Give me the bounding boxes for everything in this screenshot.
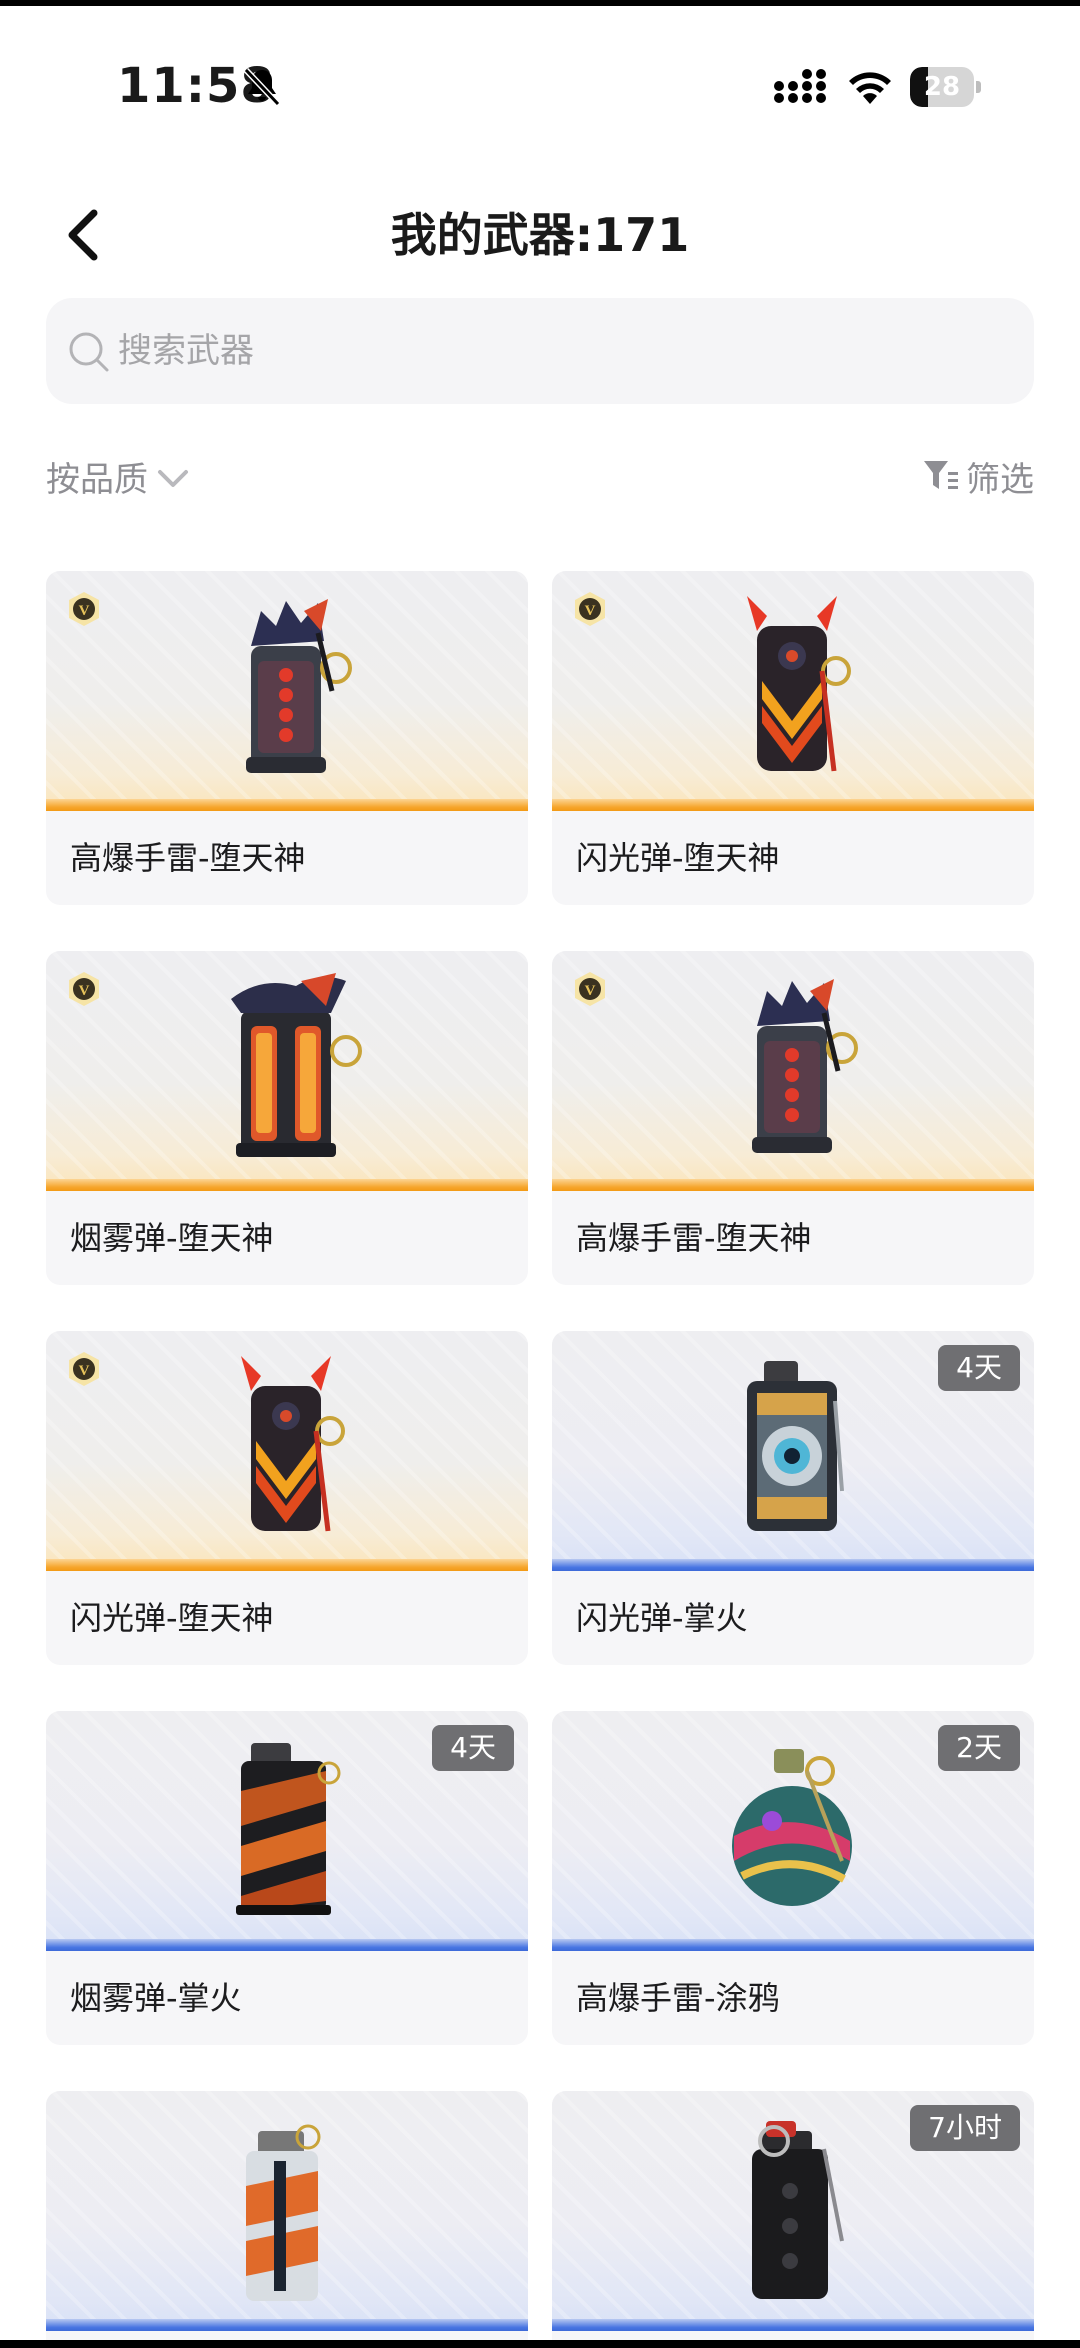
page-title: 我的武器:171 — [390, 208, 690, 262]
smoke-grenade-fallen-god-icon — [231, 973, 362, 1157]
frag-grenade-fallen-god-icon — [246, 599, 352, 773]
weapon-card[interactable]: V 高爆手雷-堕天神 — [552, 951, 1034, 1285]
search-placeholder: 搜索武器 — [118, 331, 254, 371]
weapon-image-area: 4天 — [46, 1711, 528, 1951]
weapon-image-area: V — [46, 951, 528, 1191]
weapon-image-area: 2天 — [552, 1711, 1034, 1951]
status-bar: 11:58 28 — [0, 50, 1080, 126]
chevron-left-icon — [68, 209, 98, 261]
weapon-card[interactable]: 2天高爆手雷-涂鸦 — [552, 1711, 1034, 2045]
vip-badge-icon: V — [69, 592, 99, 626]
svg-text:V: V — [79, 603, 90, 619]
top-edge — [0, 0, 1080, 6]
rarity-bar — [552, 1179, 1034, 1191]
weapon-image-area: V — [552, 951, 1034, 1191]
weapon-image-area: 4天 — [552, 1331, 1034, 1571]
weapon-card[interactable]: 4天烟雾弹-掌火 — [46, 1711, 528, 2045]
flashbang-fallen-god-icon — [747, 596, 851, 772]
svg-text:V: V — [585, 603, 596, 619]
battery-percent: 28 — [923, 72, 961, 102]
rarity-bar — [552, 1939, 1034, 1951]
weapon-name: 高爆手雷-涂鸦 — [576, 1979, 780, 2017]
back-button[interactable] — [52, 202, 112, 268]
frag-grenade-fallen-god-icon — [752, 979, 858, 1153]
weapon-image-area: V — [46, 571, 528, 811]
weapon-card[interactable]: 4天闪光弹-掌火 — [552, 1331, 1034, 1665]
weapon-image-area: 7小时 — [552, 2091, 1034, 2331]
weapon-grid: V 高爆手雷-堕天神 V 闪光弹-堕天神 V 烟雾弹-堕天神 V 高爆手雷-堕天… — [46, 571, 1034, 2348]
battery-indicator: 28 — [910, 67, 982, 107]
filter-label: 筛选 — [966, 459, 1034, 500]
weapon-card[interactable] — [46, 2091, 528, 2348]
rarity-bar — [46, 799, 528, 811]
chevron-down-icon — [158, 470, 188, 487]
rarity-bar — [46, 1179, 528, 1191]
search-input[interactable]: 搜索武器 — [46, 298, 1034, 404]
vip-badge-icon: V — [575, 592, 605, 626]
weapon-card[interactable]: V 闪光弹-堕天神 — [46, 1331, 528, 1665]
flash-bang-canister-icon — [246, 2124, 321, 2301]
wifi-icon — [849, 72, 891, 104]
rarity-bar — [46, 2319, 528, 2331]
filter-button[interactable]: 筛选 — [922, 440, 1034, 512]
sort-filter-row: 按品质 筛选 — [46, 440, 1034, 512]
rarity-bar — [552, 2319, 1034, 2331]
flashbang-fallen-god-icon — [241, 1356, 345, 1532]
duration-badge: 4天 — [432, 1725, 514, 1771]
svg-text:V: V — [585, 983, 596, 999]
svg-text:V: V — [79, 983, 90, 999]
weapon-name: 高爆手雷-堕天神 — [576, 1219, 812, 1257]
filter-icon — [924, 461, 958, 489]
duration-badge: 4天 — [938, 1345, 1020, 1391]
signal-icon — [774, 69, 826, 103]
rarity-bar — [46, 1559, 528, 1571]
duration-badge: 7小时 — [910, 2105, 1020, 2151]
weapon-card[interactable]: V 闪光弹-堕天神 — [552, 571, 1034, 905]
header: 我的武器:171 — [0, 190, 1080, 280]
bottom-edge — [0, 2340, 1080, 2348]
weapon-card[interactable]: 7小时 — [552, 2091, 1034, 2348]
vip-badge-icon: V — [69, 1352, 99, 1386]
weapon-name: 闪光弹-堕天神 — [70, 1599, 274, 1637]
bell-muted-icon — [243, 67, 281, 107]
weapon-name: 闪光弹-堕天神 — [576, 839, 780, 877]
vip-badge-icon: V — [575, 972, 605, 1006]
weapon-card[interactable]: V 高爆手雷-堕天神 — [46, 571, 528, 905]
weapon-image-area: V — [46, 1331, 528, 1571]
rarity-bar — [46, 1939, 528, 1951]
vip-badge-icon: V — [69, 972, 99, 1006]
duration-badge: 2天 — [938, 1725, 1020, 1771]
rarity-bar — [552, 799, 1034, 811]
weapon-name: 闪光弹-掌火 — [576, 1599, 748, 1637]
weapon-name: 高爆手雷-堕天神 — [70, 839, 306, 877]
search-icon — [69, 332, 109, 372]
sort-label: 按品质 — [46, 459, 148, 500]
rarity-bar — [552, 1559, 1034, 1571]
weapon-name: 烟雾弹-掌火 — [70, 1979, 242, 2017]
weapon-name: 烟雾弹-堕天神 — [70, 1219, 274, 1257]
weapon-card[interactable]: V 烟雾弹-堕天神 — [46, 951, 528, 1285]
weapon-image-area: V — [552, 571, 1034, 811]
weapon-image-area — [46, 2091, 528, 2331]
svg-text:V: V — [79, 1363, 90, 1379]
sort-by-quality-dropdown[interactable]: 按品质 — [46, 440, 190, 512]
